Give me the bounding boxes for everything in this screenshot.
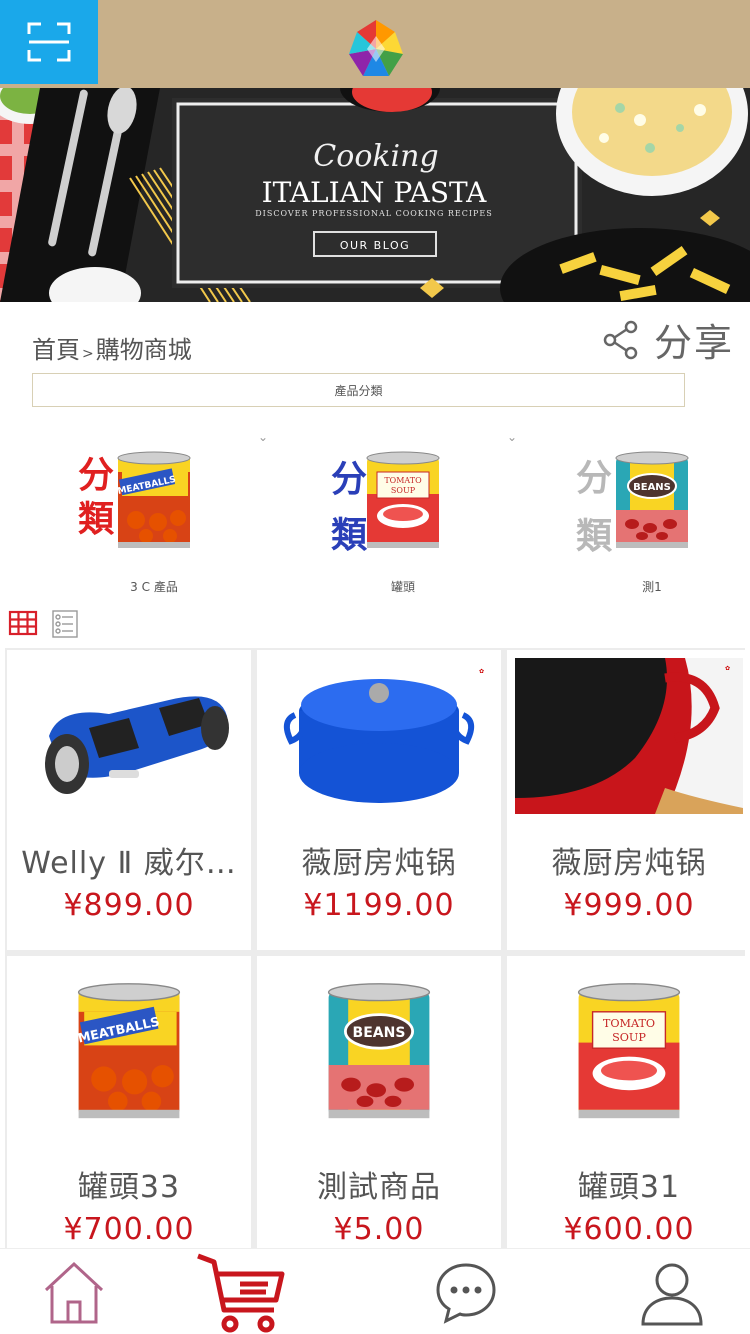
breadcrumb-home[interactable]: 首頁 xyxy=(32,336,80,364)
chevron-down-icon: ⌄ xyxy=(258,430,269,444)
product-name: Welly Ⅱ 威尔… xyxy=(21,846,237,881)
category-badge: 分類 xyxy=(576,458,613,557)
svg-text:BEANS: BEANS xyxy=(353,1025,406,1041)
product-card[interactable]: TOMATO SOUP 罐頭31 ¥600.00 xyxy=(507,956,750,1256)
category-filter-bar[interactable]: 產品分類 xyxy=(32,373,685,407)
banner-blog-label: OUR BLOG xyxy=(340,239,410,252)
product-image: ✿ xyxy=(265,658,493,814)
share-icon xyxy=(603,320,638,359)
category-badge: 分類 xyxy=(331,459,368,556)
banner-title: ITALIAN PASTA xyxy=(262,176,488,209)
scan-button[interactable] xyxy=(0,0,98,84)
nav-cart[interactable] xyxy=(190,1251,290,1334)
share-label: 分享 xyxy=(653,321,734,365)
svg-text:✿: ✿ xyxy=(725,665,730,672)
product-price: ¥999.00 xyxy=(563,888,695,923)
share-button[interactable]: 分享 xyxy=(602,312,734,367)
nav-chat[interactable] xyxy=(416,1251,516,1334)
product-price: ¥600.00 xyxy=(563,1212,695,1247)
product-image: ✿ xyxy=(515,658,743,814)
product-name: 薇厨房炖锅 xyxy=(551,846,707,881)
tomato-soup-can-image: TOMATO SOUP xyxy=(366,451,440,548)
product-price: ¥1199.00 xyxy=(303,888,455,923)
product-card[interactable]: BEANS 測試商品 ¥5.00 xyxy=(257,956,501,1256)
svg-text:SOUP: SOUP xyxy=(612,1031,646,1044)
beans-can-image: BEANS xyxy=(615,451,689,548)
product-price: ¥899.00 xyxy=(63,888,195,923)
tomato-soup-can-image: TOMATO SOUP xyxy=(577,983,681,1119)
blue-pot-image: ✿ xyxy=(283,668,484,803)
colorful-gem-logo xyxy=(349,20,403,76)
product-name: 測試商品 xyxy=(317,1170,441,1205)
category-label: 3 C 產品 xyxy=(130,580,178,594)
product-grid: Welly Ⅱ 威尔… ¥899.00 ✿ 薇厨房炖锅 ¥1199.00 ✿ 薇… xyxy=(5,648,750,1258)
page: Cooking ITALIAN PASTA DISCOVER PROFESSIO… xyxy=(0,0,750,1334)
chat-icon xyxy=(436,1263,496,1324)
category-label: 罐頭 xyxy=(390,580,415,594)
product-price: ¥5.00 xyxy=(333,1212,425,1247)
product-name: 罐頭31 xyxy=(577,1170,681,1205)
category-item[interactable]: 分類 BEANS 測1 xyxy=(532,430,750,600)
product-price: ¥700.00 xyxy=(63,1212,195,1247)
category-badge: 分類 xyxy=(78,455,115,540)
meatballs-can-image: MEATBALLS xyxy=(117,451,191,548)
top-bar xyxy=(0,0,750,88)
breadcrumb-separator: > xyxy=(82,346,94,362)
category-item[interactable]: ⌄ 分類 MEATBALLS 3 C 產品 xyxy=(34,430,274,600)
promo-banner[interactable]: Cooking ITALIAN PASTA DISCOVER PROFESSIO… xyxy=(0,88,750,302)
view-toggle xyxy=(8,610,78,638)
product-image xyxy=(15,658,243,814)
hoverboard-image xyxy=(45,696,229,794)
banner-subtitle: DISCOVER PROFESSIONAL COOKING RECIPES xyxy=(255,209,492,218)
nav-user[interactable] xyxy=(622,1251,722,1334)
bottom-nav xyxy=(0,1248,750,1334)
category-list: ⌄ 分類 MEATBALLS 3 C 產品 ⌄ 分類 TOMATO SOUP 罐… xyxy=(0,430,750,600)
category-item[interactable]: ⌄ 分類 TOMATO SOUP 罐頭 xyxy=(283,430,523,600)
breadcrumb-current: 購物商城 xyxy=(95,336,192,364)
category-label: 測1 xyxy=(642,580,662,594)
product-image: TOMATO SOUP xyxy=(515,976,743,1126)
product-card[interactable]: ✿ 薇厨房炖锅 ¥1199.00 xyxy=(257,650,501,950)
svg-text:TOMATO: TOMATO xyxy=(603,1017,655,1030)
cart-icon xyxy=(197,1253,285,1333)
banner-art: Cooking ITALIAN PASTA DISCOVER PROFESSIO… xyxy=(0,88,750,302)
svg-text:✿: ✿ xyxy=(479,668,484,675)
svg-text:BEANS: BEANS xyxy=(633,482,671,493)
product-card[interactable]: ✿ 薇厨房炖锅 ¥999.00 xyxy=(507,650,750,950)
svg-text:TOMATO: TOMATO xyxy=(384,476,422,485)
chevron-down-icon: ⌄ xyxy=(507,430,518,444)
product-image: BEANS xyxy=(265,976,493,1126)
breadcrumb: 首頁 >購物商城 xyxy=(32,330,192,365)
nav-home[interactable] xyxy=(24,1251,124,1334)
product-name: 罐頭33 xyxy=(77,1170,181,1205)
home-icon xyxy=(44,1261,104,1324)
user-icon xyxy=(641,1263,703,1326)
product-card[interactable]: MEATBALLS 罐頭33 ¥700.00 xyxy=(7,956,251,1256)
meatballs-can-image: MEATBALLS xyxy=(76,983,181,1119)
scan-icon xyxy=(27,22,71,62)
beans-can-image: BEANS xyxy=(327,983,431,1119)
category-filter-label: 產品分類 xyxy=(334,383,383,398)
red-pot-image: ✿ xyxy=(515,658,743,814)
banner-script-title: Cooking xyxy=(313,139,438,174)
product-image: MEATBALLS xyxy=(15,976,243,1126)
svg-text:SOUP: SOUP xyxy=(391,486,416,495)
product-name: 薇厨房炖锅 xyxy=(301,846,457,881)
list-view-icon[interactable] xyxy=(52,610,78,638)
product-card[interactable]: Welly Ⅱ 威尔… ¥899.00 xyxy=(7,650,251,950)
grid-view-icon[interactable] xyxy=(8,610,38,636)
